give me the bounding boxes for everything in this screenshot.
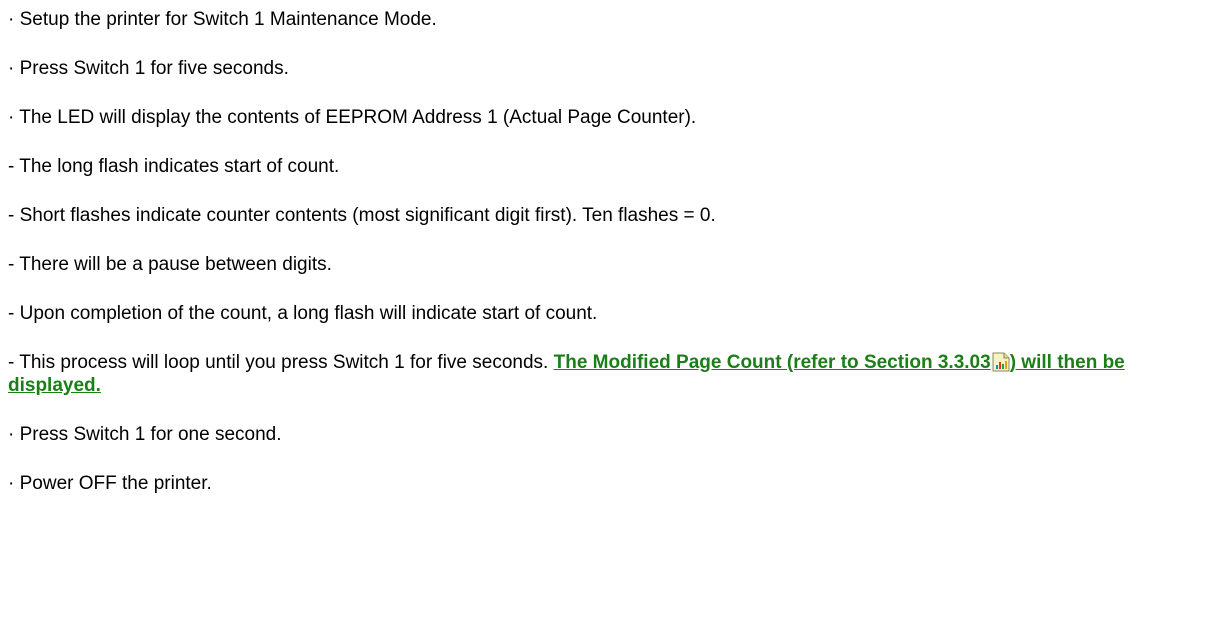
step-led-display: · The LED will display the contents of E… — [8, 107, 697, 128]
procedure-steps: · Setup the printer for Switch 1 Mainten… — [8, 8, 1208, 521]
step-loop-text: - This process will loop until you press… — [8, 352, 554, 373]
link-text-part1: The Modified Page Count (refer to Sectio… — [553, 352, 991, 373]
step-short-flashes: - Short flashes indicate counter content… — [8, 205, 716, 226]
step-press-one-second: · Press Switch 1 for one second. — [8, 424, 282, 445]
step-setup: · Setup the printer for Switch 1 Mainten… — [8, 9, 437, 30]
step-long-flash: - The long flash indicates start of coun… — [8, 156, 340, 177]
step-loop: - This process will loop until you press… — [8, 351, 1208, 397]
document-chart-icon — [992, 352, 1010, 372]
step-power-off: · Power OFF the printer. — [8, 473, 212, 494]
step-completion: - Upon completion of the count, a long f… — [8, 303, 598, 324]
step-press-five-seconds: · Press Switch 1 for five seconds. — [8, 58, 289, 79]
step-pause: - There will be a pause between digits. — [8, 254, 332, 275]
